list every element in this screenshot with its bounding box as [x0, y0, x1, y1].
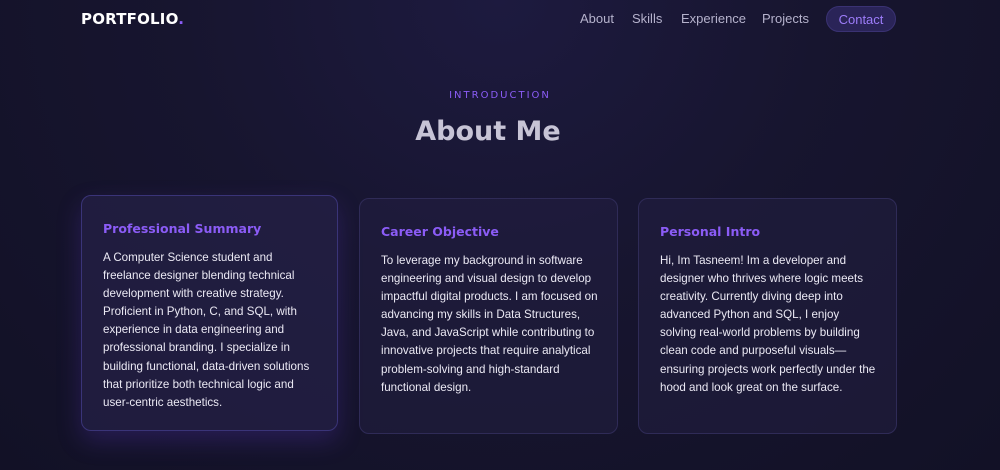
- nav-link-skills[interactable]: Skills: [632, 11, 662, 26]
- top-navbar: PORTFOLIO. About Skills Experience Proje…: [0, 0, 1000, 38]
- section-eyebrow: INTRODUCTION: [449, 90, 551, 101]
- section-title: About Me: [415, 116, 561, 147]
- logo[interactable]: PORTFOLIO.: [81, 10, 184, 28]
- card-title: Professional Summary: [103, 221, 262, 236]
- logo-text: PORTFOLIO: [81, 10, 179, 28]
- card-title: Personal Intro: [660, 224, 761, 239]
- card-body: To leverage my background in software en…: [381, 254, 598, 394]
- nav-link-about[interactable]: About: [580, 11, 614, 26]
- card-title: Career Objective: [381, 224, 499, 239]
- card-body: Hi, Im Tasneem! Im a developer and desig…: [660, 254, 876, 394]
- card-body: A Computer Science student and freelance…: [103, 251, 310, 409]
- logo-dot: .: [178, 10, 185, 28]
- card-personal-intro[interactable]: Personal Intro Hi, Im Tasneem! Im a deve…: [638, 198, 897, 434]
- nav-link-experience[interactable]: Experience: [681, 11, 746, 26]
- nav-link-projects[interactable]: Projects: [762, 11, 809, 26]
- card-career-objective[interactable]: Career Objective To leverage my backgrou…: [359, 198, 618, 434]
- card-professional-summary[interactable]: Professional Summary A Computer Science …: [81, 195, 338, 431]
- contact-button[interactable]: Contact: [826, 6, 896, 32]
